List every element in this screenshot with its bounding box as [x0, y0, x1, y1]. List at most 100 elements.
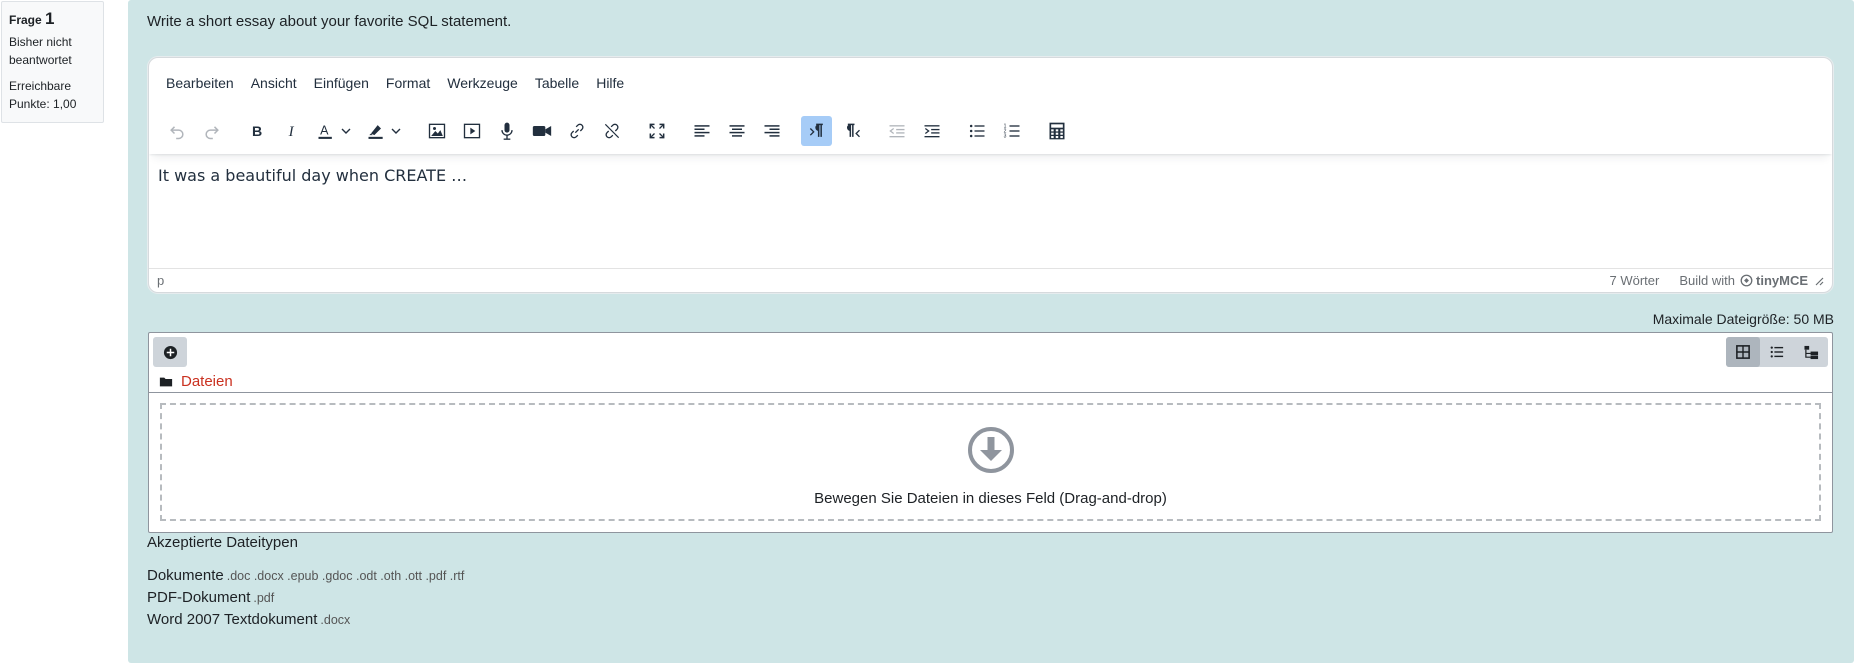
- record-video-button[interactable]: [526, 116, 557, 146]
- numbered-list-button[interactable]: 123: [996, 116, 1027, 146]
- type-extensions: .docx: [320, 613, 351, 627]
- align-left-icon: [694, 125, 709, 137]
- undo-icon: [169, 126, 184, 140]
- grid-icon: [1736, 345, 1750, 359]
- decrease-indent-button[interactable]: [881, 116, 912, 146]
- word-count[interactable]: 7 Wörter: [1610, 273, 1660, 288]
- file-manager-path: Dateien: [149, 371, 1832, 393]
- brand-name: tinyMCE: [1756, 273, 1808, 288]
- highlighter-icon: [368, 125, 383, 139]
- undo-button[interactable]: [161, 116, 192, 146]
- menu-ansicht[interactable]: Ansicht: [244, 71, 304, 95]
- video-camera-icon: [532, 126, 551, 136]
- numbered-list-icon: 123: [1003, 124, 1019, 140]
- media-icon: [463, 123, 480, 139]
- accepted-type-item: Word 2007 Textdokument .docx: [147, 609, 464, 631]
- menu-hilfe[interactable]: Hilfe: [589, 71, 631, 95]
- outdent-icon: [888, 125, 904, 138]
- max-file-size: Maximale Dateigröße: 50 MB: [1652, 311, 1834, 327]
- bullet-list-button[interactable]: [961, 116, 992, 146]
- align-center-icon: [729, 125, 744, 137]
- svg-text:B: B: [252, 124, 262, 140]
- unlink-icon: [604, 123, 619, 139]
- element-path[interactable]: p: [157, 273, 1610, 288]
- view-mode-switcher: [1726, 337, 1828, 367]
- record-audio-button[interactable]: [491, 116, 522, 146]
- insert-link-button[interactable]: [561, 116, 592, 146]
- menu-format[interactable]: Format: [379, 71, 437, 95]
- fullscreen-icon: [649, 123, 664, 139]
- chevron-down-icon: [391, 128, 401, 134]
- folder-tree-icon: [1803, 345, 1818, 359]
- italic-icon: I: [287, 124, 294, 140]
- rtl-direction-button[interactable]: [836, 116, 867, 146]
- calculator-icon: [1049, 122, 1064, 140]
- tinymce-logo-icon: [1740, 274, 1753, 287]
- menu-einfuegen[interactable]: Einfügen: [307, 71, 376, 95]
- fullscreen-button[interactable]: [641, 116, 672, 146]
- align-center-button[interactable]: [721, 116, 752, 146]
- menu-tabelle[interactable]: Tabelle: [528, 71, 586, 95]
- editor-statusbar: p 7 Wörter Build with tinyMCE: [149, 268, 1832, 292]
- left-to-right-icon: [809, 123, 823, 137]
- bold-button[interactable]: B: [241, 116, 272, 146]
- list-view-button[interactable]: [1760, 337, 1794, 367]
- align-right-button[interactable]: [756, 116, 787, 146]
- type-name: Word 2007 Textdokument: [147, 611, 318, 628]
- accepted-types-title: Akzeptierte Dateitypen: [147, 534, 298, 551]
- italic-button[interactable]: I: [276, 116, 307, 146]
- ltr-direction-button[interactable]: [801, 116, 832, 146]
- question-number: 1: [45, 9, 55, 28]
- svg-text:A: A: [320, 123, 329, 137]
- folder-icon: [159, 377, 173, 386]
- bold-icon: B: [252, 124, 262, 140]
- folder-link-dateien[interactable]: Dateien: [181, 373, 233, 390]
- file-manager: Dateien Bewegen Sie Dateien in dieses Fe…: [148, 332, 1833, 533]
- tree-view-button[interactable]: [1794, 337, 1828, 367]
- plus-circle-icon: [163, 345, 177, 359]
- resize-handle-icon[interactable]: [1814, 276, 1824, 286]
- essay-text: It was a beautiful day when CREATE …: [158, 166, 468, 185]
- file-manager-toolbar: [149, 333, 1832, 371]
- question-grade: Erreichbare Punkte: 1,00: [9, 79, 77, 111]
- highlight-color-button[interactable]: [361, 116, 407, 146]
- text-color-button[interactable]: A: [311, 116, 357, 146]
- microphone-icon: [500, 122, 513, 140]
- download-arrow-icon: [967, 427, 1014, 473]
- indent-icon: [924, 125, 939, 138]
- accepted-type-item: Dokumente .doc .docx .epub .gdoc .odt .ot…: [147, 565, 464, 587]
- editor-content-area[interactable]: It was a beautiful day when CREATE …: [149, 154, 1832, 274]
- equation-editor-button[interactable]: [1041, 116, 1072, 146]
- bullet-list-icon: [969, 124, 984, 138]
- icon-view-button[interactable]: [1726, 337, 1760, 367]
- type-name: Dokumente: [147, 567, 224, 584]
- accepted-type-item: PDF-Dokument .pdf: [147, 587, 464, 609]
- right-to-left-icon: [846, 123, 860, 138]
- redo-icon: [204, 126, 219, 140]
- redo-button[interactable]: [196, 116, 227, 146]
- svg-text:I: I: [287, 124, 294, 140]
- accepted-types-list: Dokumente .doc .docx .epub .gdoc .odt .ot…: [147, 565, 464, 631]
- align-left-button[interactable]: [686, 116, 717, 146]
- question-info-box: Frage 1 Bisher nicht beantwortet Erreich…: [1, 1, 104, 123]
- type-name: PDF-Dokument: [147, 589, 251, 606]
- insert-media-button[interactable]: [456, 116, 487, 146]
- drop-instructions: Bewegen Sie Dateien in dieses Feld (Drag…: [814, 490, 1167, 507]
- editor-menubar: Bearbeiten Ansicht Einfügen Format Werkz…: [149, 58, 1832, 108]
- insert-image-button[interactable]: [421, 116, 452, 146]
- question-text: Write a short essay about your favorite …: [147, 13, 512, 30]
- add-file-button[interactable]: [153, 337, 187, 367]
- tinymce-branding[interactable]: Build with tinyMCE: [1679, 273, 1808, 288]
- menu-bearbeiten[interactable]: Bearbeiten: [159, 71, 241, 95]
- increase-indent-button[interactable]: [916, 116, 947, 146]
- drag-drop-zone[interactable]: Bewegen Sie Dateien in dieses Feld (Drag…: [160, 403, 1821, 521]
- build-with-label: Build with: [1679, 273, 1735, 288]
- question-number-line: Frage 1: [9, 10, 96, 29]
- menu-werkzeuge[interactable]: Werkzeuge: [440, 71, 525, 95]
- link-icon: [569, 123, 584, 139]
- editor-toolbar: B I A 1 2 3: [149, 108, 1832, 154]
- type-extensions: .pdf: [253, 591, 275, 605]
- unlink-button[interactable]: [596, 116, 627, 146]
- type-extensions: .doc .docx .epub .gdoc .odt .oth .ott .p…: [226, 569, 465, 583]
- text-color-icon: A: [318, 123, 332, 139]
